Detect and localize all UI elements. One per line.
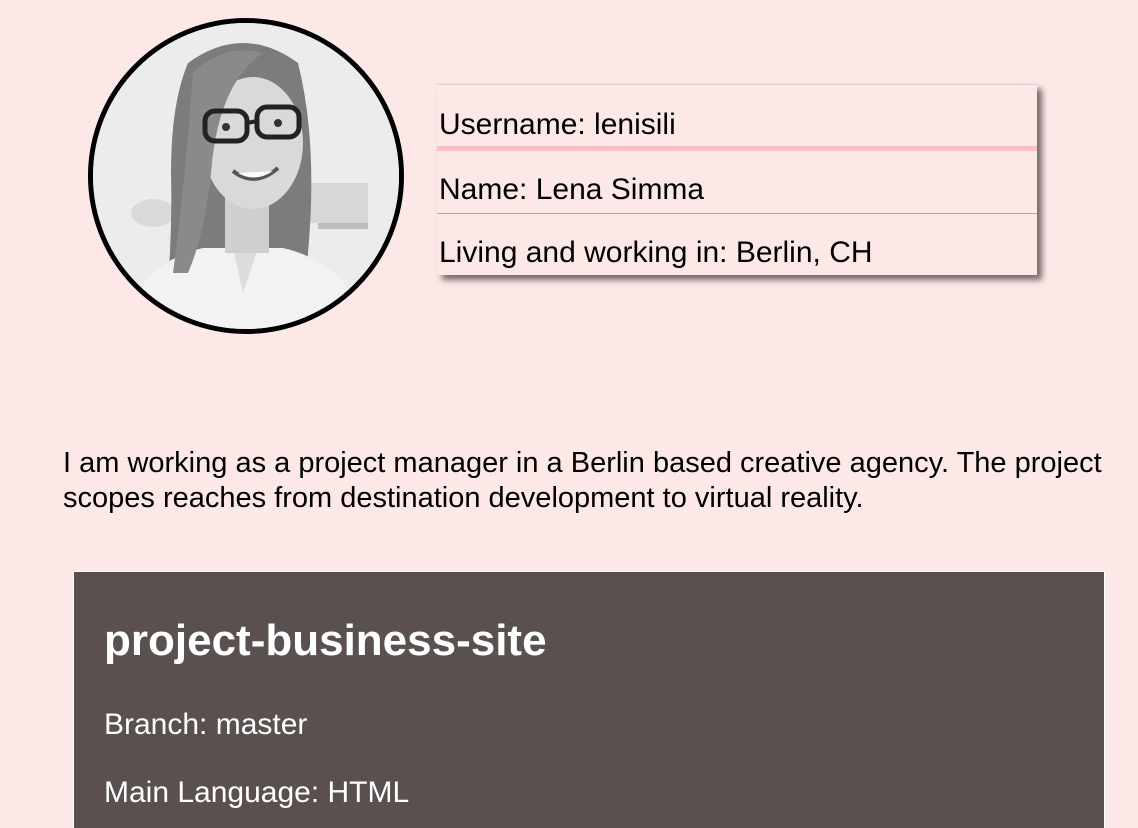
profile-info-card: Username: lenisili Name: Lena Simma Livi… — [437, 84, 1037, 275]
location-label: Living and working in: Berlin, CH — [439, 236, 873, 269]
bio-text: I am working as a project manager in a B… — [63, 447, 1102, 514]
repo-language: Main Language: HTML — [104, 776, 410, 809]
repo-title[interactable]: project-business-site — [104, 616, 547, 666]
repo-card[interactable]: project-business-site Branch: master Mai… — [73, 571, 1105, 828]
profile-page: Username: lenisili Name: Lena Simma Livi… — [0, 0, 1138, 828]
username-label: Username: lenisili — [437, 85, 1037, 151]
avatar — [88, 18, 404, 334]
avatar-photo — [93, 23, 399, 329]
repo-branch: Branch: master — [104, 708, 308, 741]
name-label: Name: Lena Simma — [437, 151, 1037, 214]
